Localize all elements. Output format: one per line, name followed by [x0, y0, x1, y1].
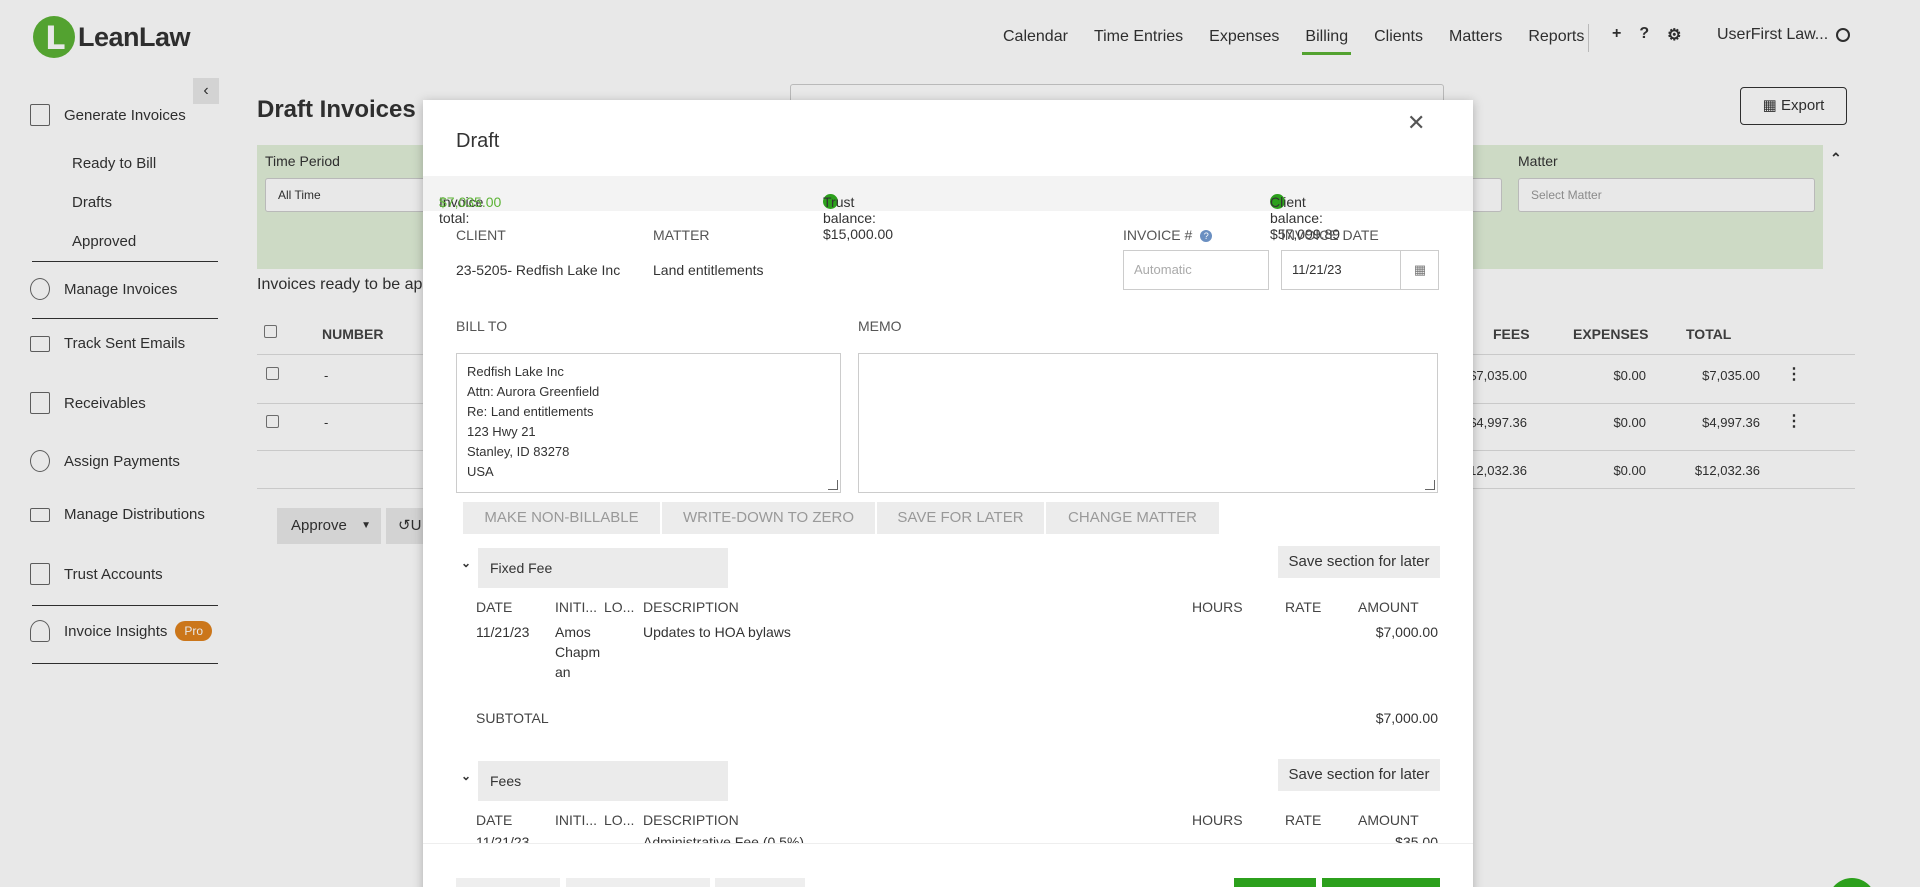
save-for-later-button[interactable]: SAVE FOR LATER [877, 502, 1045, 534]
resize-handle-icon[interactable] [1425, 480, 1435, 490]
bill-to-line: Re: Land entitlements [467, 404, 594, 419]
bill-to-textarea[interactable]: Redfish Lake Inc Attn: Aurora Greenfield… [456, 353, 841, 493]
subtotal-label: SUBTOTAL [476, 710, 549, 726]
invoice-number-label-text: INVOICE # [1123, 227, 1193, 243]
invoice-number-label: INVOICE #? [1123, 227, 1213, 243]
footer-primary-button[interactable] [1234, 878, 1316, 887]
modal-body-divider [423, 843, 1473, 844]
invoice-number-input[interactable]: Automatic [1123, 250, 1269, 290]
column-hours: HOURS [1192, 812, 1243, 828]
column-description: DESCRIPTION [643, 812, 739, 828]
close-icon[interactable]: ✕ [1407, 110, 1425, 136]
invoice-date-label: INVOICE DATE [1281, 227, 1379, 243]
column-hours: HOURS [1192, 599, 1243, 615]
save-section-for-later-button[interactable]: Save section for later [1278, 759, 1440, 791]
column-date: DATE [476, 599, 513, 615]
matter-label: MATTER [653, 227, 710, 243]
client-label: CLIENT [456, 227, 506, 243]
column-rate: RATE [1285, 599, 1322, 615]
entry-date: 11/21/23 [476, 834, 530, 843]
save-section-for-later-button[interactable]: Save section for later [1278, 546, 1440, 578]
column-lo: LO... [604, 599, 635, 615]
section-fees[interactable]: Fees [478, 761, 728, 801]
column-initials: INITI... [555, 599, 597, 615]
modal-title: Draft [456, 130, 500, 152]
chevron-down-icon[interactable]: ⌄ [461, 769, 471, 783]
column-amount: AMOUNT [1358, 599, 1419, 615]
invoice-date-input[interactable]: 11/21/23 ▦ [1281, 250, 1439, 290]
entry-description[interactable]: Administrative Fee (0.5%) [643, 833, 804, 843]
memo-label: MEMO [858, 318, 902, 334]
memo-textarea[interactable] [858, 353, 1438, 493]
bill-to-line: 123 Hwy 21 [467, 424, 536, 439]
column-amount: AMOUNT [1358, 812, 1419, 828]
help-icon[interactable]: ? [1200, 230, 1213, 242]
bill-to-line: Redfish Lake Inc [467, 364, 564, 379]
invoice-total-value: $7,035.00 [439, 194, 502, 210]
make-non-billable-button[interactable]: MAKE NON-BILLABLE [463, 502, 661, 534]
bill-to-line: Stanley, ID 83278 [467, 444, 570, 459]
entry-amount: $35.00 [1395, 834, 1438, 843]
fees-row-clip: 11/21/23 Administrative Fee (0.5%) $35.0… [423, 833, 1473, 843]
column-description: DESCRIPTION [643, 599, 739, 615]
write-down-to-zero-button[interactable]: WRITE-DOWN TO ZERO [662, 502, 876, 534]
client-value: 23-5205- Redfish Lake Inc [456, 262, 621, 278]
bill-to-line: Attn: Aurora Greenfield [467, 384, 600, 399]
footer-button[interactable] [715, 878, 805, 887]
column-date: DATE [476, 812, 513, 828]
bill-to-label: BILL TO [456, 318, 508, 334]
invoice-summary-bar: Invoice total: $7,035.00 Trust balance: … [423, 176, 1473, 242]
draft-invoice-modal: Draft ✕ Invoice total: $7,035.00 Trust b… [423, 100, 1473, 887]
footer-button[interactable] [456, 878, 560, 887]
matter-value: Land entitlements [653, 262, 764, 278]
bill-to-line: USA [467, 464, 494, 479]
change-matter-button[interactable]: CHANGE MATTER [1046, 502, 1220, 534]
footer-primary-button[interactable] [1322, 878, 1440, 887]
invoice-date-value: 11/21/23 [1292, 262, 1342, 277]
entry-initials: Amos Chapm an [555, 624, 601, 680]
resize-handle-icon[interactable] [828, 480, 838, 490]
subtotal-value: $7,000.00 [1375, 710, 1438, 726]
column-rate: RATE [1285, 812, 1322, 828]
section-fixed-fee[interactable]: Fixed Fee [478, 548, 728, 588]
footer-button[interactable] [566, 878, 710, 887]
entry-amount: $7,000.00 [1375, 624, 1438, 640]
column-lo: LO... [604, 812, 635, 828]
entry-description[interactable]: Updates to HOA bylaws [643, 622, 791, 642]
chevron-down-icon[interactable]: ⌄ [461, 556, 471, 570]
column-initials: INITI... [555, 812, 597, 828]
trust-balance-value: Trust balance: $15,000.00 [823, 194, 894, 242]
calendar-icon[interactable]: ▦ [1400, 251, 1439, 289]
entry-date: 11/21/23 [476, 624, 530, 640]
